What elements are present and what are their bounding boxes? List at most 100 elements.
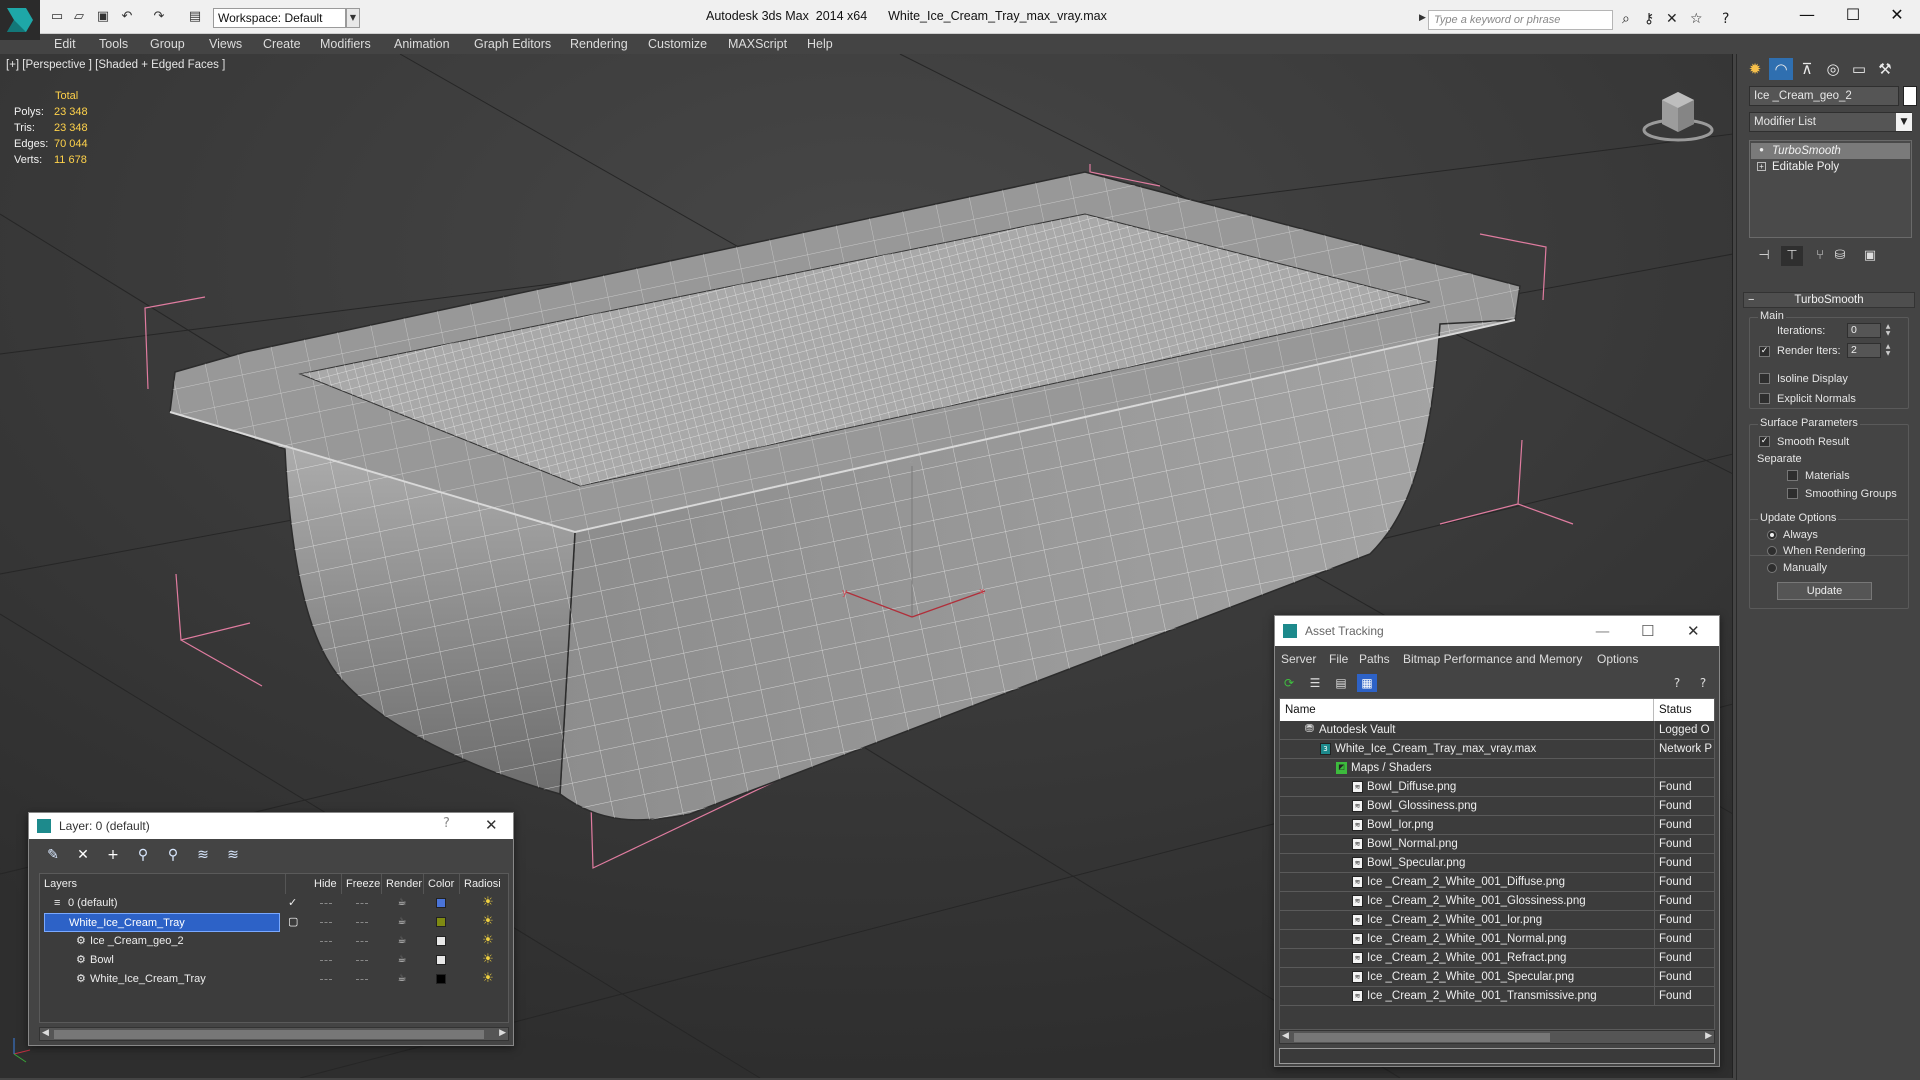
select-objects-icon[interactable]: ⚲ bbox=[133, 846, 153, 864]
delete-layer-icon[interactable]: ✕ bbox=[73, 846, 93, 864]
col-freeze[interactable]: Freeze bbox=[342, 874, 382, 894]
menu-animation[interactable]: Animation bbox=[394, 34, 450, 54]
highlight-layer-icon[interactable]: ⚲ bbox=[163, 846, 183, 864]
new-icon[interactable]: ▭ bbox=[48, 9, 66, 25]
scrollbar-thumb[interactable] bbox=[1294, 1033, 1550, 1042]
maximize-icon[interactable]: ☐ bbox=[1641, 622, 1654, 640]
close-icon[interactable]: ✕ bbox=[1874, 4, 1920, 26]
col-radiosity[interactable]: Radiosi bbox=[460, 874, 508, 894]
viewport-label[interactable]: [+] [Perspective ] [Shaded + Edged Faces… bbox=[6, 59, 225, 71]
update-button[interactable]: Update bbox=[1777, 582, 1872, 600]
hide-toggle[interactable] bbox=[320, 941, 332, 942]
asset-row[interactable]: ≋ Ice _Cream_2_White_001_Specular.png Foun… bbox=[1280, 968, 1714, 987]
remove-modifier-icon[interactable]: ⛁ bbox=[1829, 246, 1851, 266]
spinner-arrows-icon[interactable]: ▲ ▼ bbox=[1884, 343, 1892, 358]
asset-row[interactable]: ≋ Ice _Cream_2_White_001_Refract.png Found bbox=[1280, 949, 1714, 968]
asset-row[interactable]: ≋ Ice _Cream_2_White_001_Glossiness.png Fo… bbox=[1280, 892, 1714, 911]
thumbnail-view-icon[interactable]: ▤ bbox=[1331, 674, 1351, 692]
minimize-icon[interactable]: — bbox=[1595, 622, 1610, 640]
col-color[interactable]: Color bbox=[424, 874, 460, 894]
layer-color-swatch[interactable] bbox=[436, 955, 446, 965]
menu-customize[interactable]: Customize bbox=[648, 34, 707, 54]
asset-row[interactable]: ◩ Maps / Shaders bbox=[1280, 759, 1714, 778]
search-input[interactable]: Type a keyword or phrase bbox=[1428, 10, 1613, 30]
col-status[interactable]: Status bbox=[1654, 699, 1714, 721]
radiosity-icon[interactable]: ☀ bbox=[480, 971, 496, 987]
asset-menu-bitmap[interactable]: Bitmap Performance and Memory bbox=[1403, 652, 1582, 666]
menu-tools[interactable]: Tools bbox=[99, 34, 128, 54]
modifier-list-dropdown[interactable]: Modifier List bbox=[1749, 112, 1912, 132]
motion-icon[interactable]: ◎ bbox=[1821, 58, 1845, 80]
workspace-dropdown[interactable]: Workspace: Default bbox=[213, 8, 346, 28]
maximize-icon[interactable]: ☐ bbox=[1830, 4, 1876, 26]
layer-color-swatch[interactable] bbox=[436, 974, 446, 984]
layer-name[interactable]: Bowl bbox=[90, 951, 114, 970]
freeze-toggle[interactable] bbox=[356, 903, 368, 904]
hide-toggle[interactable] bbox=[320, 979, 332, 980]
object-name-field[interactable]: Ice _Cream_geo_2 bbox=[1749, 86, 1899, 106]
isoline-display-checkbox[interactable] bbox=[1759, 373, 1770, 384]
search-expand-icon[interactable]: ▶ bbox=[1419, 13, 1426, 23]
layer-color-swatch[interactable] bbox=[436, 917, 446, 927]
help-icon[interactable]: ? bbox=[443, 816, 450, 831]
col-layers[interactable]: Layers bbox=[40, 874, 286, 894]
render-iters-spinner[interactable]: 2 bbox=[1847, 343, 1881, 358]
layer-row[interactable]: White_Ice_Cream_Tray ▢ ☕ ☀ bbox=[40, 913, 508, 932]
materials-checkbox[interactable] bbox=[1787, 470, 1798, 481]
scroll-right-icon[interactable]: ▶ bbox=[499, 1028, 506, 1038]
hierarchy-icon[interactable]: ⊼ bbox=[1795, 58, 1819, 80]
help-browse-icon[interactable]: ? bbox=[1693, 674, 1713, 692]
pin-stack-icon[interactable]: ⊣ bbox=[1753, 246, 1775, 266]
freeze-toggle[interactable] bbox=[356, 941, 368, 942]
menu-views[interactable]: Views bbox=[209, 34, 242, 54]
layer-name[interactable]: Ice _Cream_geo_2 bbox=[90, 932, 184, 951]
asset-row[interactable]: ≋ Bowl_Diffuse.png Found bbox=[1280, 778, 1714, 797]
refresh-icon[interactable]: ⟳ bbox=[1279, 674, 1299, 692]
save-icon[interactable]: ▣ bbox=[94, 9, 112, 25]
explicit-normals-checkbox[interactable] bbox=[1759, 393, 1770, 404]
close-icon[interactable]: ✕ bbox=[1687, 622, 1700, 640]
asset-row[interactable]: ⛃ Autodesk Vault Logged O bbox=[1280, 721, 1714, 740]
render-iters-checkbox[interactable]: ✓ bbox=[1759, 346, 1770, 357]
turbosmooth-rollout-header[interactable]: − TurboSmooth bbox=[1743, 292, 1915, 308]
menu-edit[interactable]: Edit bbox=[54, 34, 76, 54]
asset-row[interactable]: ≋ Bowl_Specular.png Found bbox=[1280, 854, 1714, 873]
menu-graph-editors[interactable]: Graph Editors bbox=[474, 34, 551, 54]
key-icon[interactable]: ⚷ bbox=[1644, 11, 1654, 27]
layer-row[interactable]: ⚙ Ice _Cream_geo_2 ☕ ☀ bbox=[40, 932, 508, 951]
binoculars-icon[interactable]: ⌕ bbox=[1622, 11, 1630, 27]
modify-icon[interactable]: ◠ bbox=[1769, 58, 1793, 80]
show-end-result-icon[interactable]: ⊤ bbox=[1781, 246, 1803, 266]
hide-toggle[interactable] bbox=[320, 960, 332, 961]
workspace-dropdown-arrow[interactable]: ▼ bbox=[346, 8, 360, 28]
radiosity-icon[interactable]: ☀ bbox=[480, 952, 496, 968]
tools-icon[interactable]: ✕ bbox=[1666, 11, 1678, 27]
freeze-toggle[interactable] bbox=[356, 960, 368, 961]
radiosity-icon[interactable]: ☀ bbox=[480, 933, 496, 949]
iterations-spinner[interactable]: 0 bbox=[1847, 323, 1881, 338]
asset-row[interactable]: ≋ Ice _Cream_2_White_001_Diffuse.png Found bbox=[1280, 873, 1714, 892]
freeze-toggle[interactable] bbox=[356, 979, 368, 980]
project-icon[interactable]: ▤ bbox=[186, 9, 204, 25]
open-icon[interactable]: ▱ bbox=[70, 9, 88, 25]
scroll-left-icon[interactable]: ◀ bbox=[1282, 1031, 1289, 1041]
make-unique-icon[interactable]: ⑂ bbox=[1809, 246, 1831, 266]
close-icon[interactable]: ✕ bbox=[485, 816, 498, 834]
help-icon[interactable]: ? bbox=[1722, 11, 1729, 27]
asset-menu-server[interactable]: Server bbox=[1281, 652, 1316, 666]
layer-name[interactable]: White_Ice_Cream_Tray bbox=[44, 913, 280, 932]
smoothing-groups-checkbox[interactable] bbox=[1787, 488, 1798, 499]
menu-maxscript[interactable]: MAXScript bbox=[728, 34, 787, 54]
asset-row[interactable]: ≋ Bowl_Glossiness.png Found bbox=[1280, 797, 1714, 816]
expand-plus-icon[interactable]: + bbox=[1757, 162, 1766, 171]
asset-row[interactable]: ≋ Bowl_Normal.png Found bbox=[1280, 835, 1714, 854]
minimize-icon[interactable]: — bbox=[1784, 4, 1830, 26]
stack-item-editable-poly[interactable]: + Editable Poly bbox=[1751, 159, 1910, 175]
freeze-toggle[interactable] bbox=[356, 922, 368, 923]
utilities-icon[interactable]: ⚒ bbox=[1873, 58, 1897, 80]
lightbulb-icon[interactable]: ● bbox=[1757, 146, 1766, 155]
spinner-arrows-icon[interactable]: ▲ ▼ bbox=[1884, 323, 1892, 338]
layer-name[interactable]: White_Ice_Cream_Tray bbox=[90, 970, 206, 989]
layer-name[interactable]: 0 (default) bbox=[68, 894, 118, 913]
star-icon[interactable]: ☆ bbox=[1690, 11, 1703, 27]
